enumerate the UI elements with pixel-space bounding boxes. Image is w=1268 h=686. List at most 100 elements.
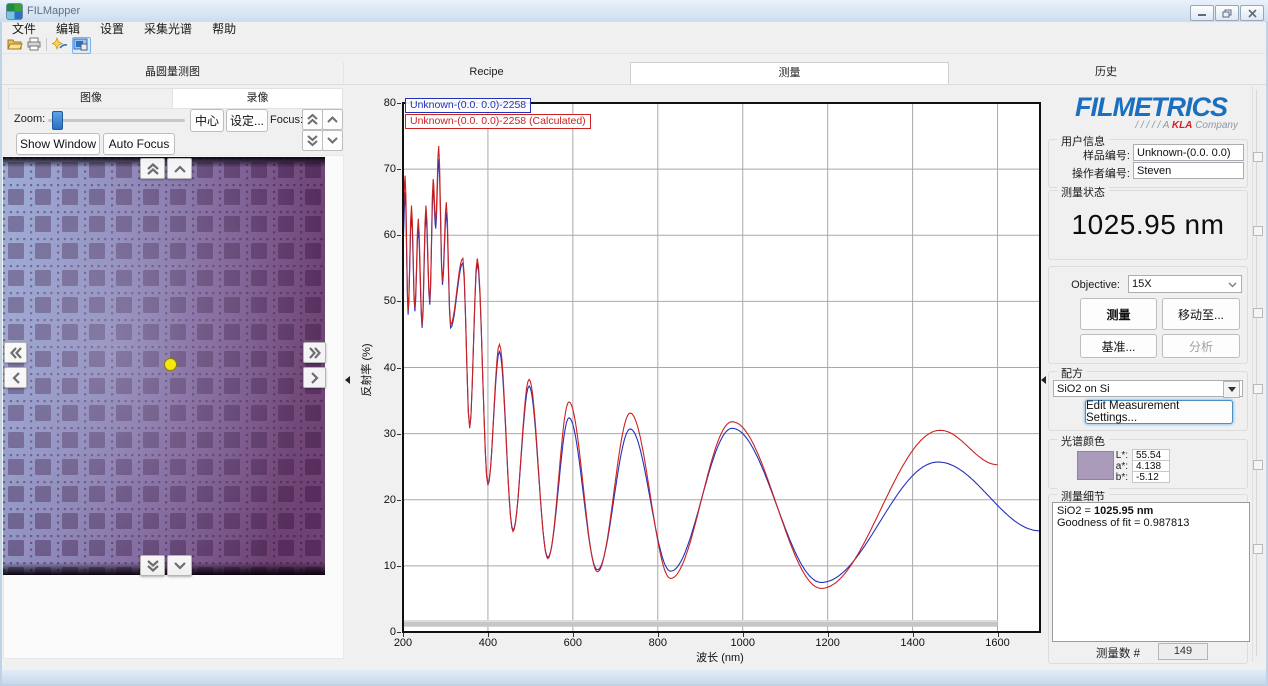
baseline-button[interactable]: 基准... xyxy=(1080,334,1157,358)
stage-up-button[interactable] xyxy=(167,158,192,179)
recipe-combo[interactable]: SiO2 on Si xyxy=(1053,380,1243,397)
move-to-button[interactable]: 移动至... xyxy=(1162,298,1240,330)
focus-label: Focus: xyxy=(270,114,304,126)
stage-settings-button[interactable]: 设定... xyxy=(226,109,268,132)
minimize-button[interactable] xyxy=(1190,5,1214,21)
details-listbox[interactable]: SiO2 = 1025.95 nm Goodness of fit = 0.98… xyxy=(1052,502,1250,642)
splitter-collapse-arrow-left[interactable] xyxy=(345,376,350,384)
print-icon[interactable] xyxy=(26,37,43,52)
splitter-handle[interactable] xyxy=(1253,308,1263,318)
splitter-handle[interactable] xyxy=(1253,152,1263,162)
b-label: b*: xyxy=(1115,472,1128,483)
double-chevron-up-icon xyxy=(307,113,318,125)
tab-video[interactable]: 录像 xyxy=(172,88,343,109)
y-tick-mark xyxy=(397,433,401,435)
app-icon xyxy=(6,3,23,20)
show-window-button[interactable]: Show Window xyxy=(16,133,100,155)
close-button[interactable] xyxy=(1240,5,1264,21)
tab-image[interactable]: 图像 xyxy=(8,88,174,109)
measurement-count-value: 149 xyxy=(1158,643,1208,660)
center-button[interactable]: 中心 xyxy=(190,109,224,132)
open-file-icon[interactable] xyxy=(7,37,24,52)
measure-button[interactable]: 测量 xyxy=(1080,298,1157,330)
operator-id-field[interactable]: Steven xyxy=(1133,162,1244,179)
b-value: -5.12 xyxy=(1132,471,1170,483)
y-tick-label: 0 xyxy=(389,626,396,638)
title-bar[interactable]: FILMapper xyxy=(0,0,1268,23)
recipe-dropdown-button[interactable] xyxy=(1223,381,1240,398)
tab-wafer-map[interactable]: 晶圆量测图 xyxy=(2,62,344,83)
x-tick-label: 400 xyxy=(478,637,498,649)
toolbar-separator xyxy=(46,38,47,51)
x-tick-mark xyxy=(997,633,999,637)
zoom-slider-thumb[interactable] xyxy=(52,111,63,130)
splitter-handle[interactable] xyxy=(1253,460,1263,470)
x-tick-mark xyxy=(403,633,404,637)
restore-button[interactable] xyxy=(1215,5,1239,21)
chevron-up-icon xyxy=(327,116,338,123)
filmetrics-logo: FILMETRICS xyxy=(1075,92,1228,123)
kla-tagline: / / / / / A KLA Company xyxy=(1135,120,1238,131)
tab-recipe[interactable]: Recipe xyxy=(343,62,631,83)
double-chevron-down-icon xyxy=(146,559,159,572)
stage-left-button[interactable] xyxy=(4,367,27,388)
focus-down-button[interactable] xyxy=(322,130,343,151)
y-axis-title: 反射率 (%) xyxy=(361,343,373,397)
toolbar xyxy=(2,36,1266,54)
menu-bar: 文件 编辑 设置 采集光谱 帮助 xyxy=(2,22,1266,37)
stage-down-button[interactable] xyxy=(167,555,192,576)
stage-right-button[interactable] xyxy=(303,367,326,388)
stage-right-fast-button[interactable] xyxy=(303,342,326,363)
chart-legend: Unknown-(0.0. 0.0)-2258 Unknown-(0.0. 0.0… xyxy=(405,98,591,130)
focus-down-fast-button[interactable] xyxy=(302,130,323,151)
y-tick-label: 30 xyxy=(383,427,396,440)
measurement-spot-marker xyxy=(164,358,177,371)
right-splitter[interactable] xyxy=(1252,86,1263,662)
stage-left-fast-button[interactable] xyxy=(4,342,27,363)
auto-focus-button[interactable]: Auto Focus xyxy=(103,133,175,155)
sample-id-field[interactable]: Unknown-(0.0. 0.0) xyxy=(1133,144,1244,161)
focus-up-button[interactable] xyxy=(322,109,343,130)
focus-up-fast-button[interactable] xyxy=(302,109,323,130)
operator-id-label: 操作者编号: xyxy=(1071,168,1130,180)
menu-acquire-spectrum[interactable]: 采集光谱 xyxy=(134,22,202,37)
sample-id-label: 样品编号: xyxy=(1082,150,1130,162)
menu-settings[interactable]: 设置 xyxy=(90,22,134,37)
window-title: FILMapper xyxy=(27,5,81,17)
splitter-handle[interactable] xyxy=(1253,226,1263,236)
chevron-down-icon xyxy=(1228,282,1237,288)
zoom-slider-track[interactable] xyxy=(48,119,185,122)
l-label: L*: xyxy=(1115,450,1128,461)
dropdown-arrow-icon xyxy=(1227,387,1236,392)
splitter-handle[interactable] xyxy=(1253,544,1263,554)
y-tick-mark xyxy=(397,499,401,501)
spectrum-color-title: 光谱颜色 xyxy=(1057,433,1109,449)
stage-down-fast-button[interactable] xyxy=(140,555,165,576)
objective-select[interactable]: 15X xyxy=(1128,275,1242,293)
x-tick-mark xyxy=(912,633,914,637)
filmetrics-wordmark: FILMETRICS xyxy=(1075,92,1228,122)
legend-entry: Unknown-(0.0. 0.0)-2258 xyxy=(405,98,532,113)
chevron-right-icon xyxy=(310,371,319,384)
edit-measurement-settings-button[interactable]: Edit Measurement Settings... xyxy=(1085,400,1233,424)
splitter-handle[interactable] xyxy=(1253,384,1263,394)
y-tick-mark xyxy=(397,565,401,567)
menu-file[interactable]: 文件 xyxy=(2,22,46,37)
chart-plot-area xyxy=(402,102,1041,633)
double-chevron-left-icon xyxy=(9,346,22,359)
stage-up-fast-button[interactable] xyxy=(140,158,165,179)
y-tick-mark xyxy=(397,235,401,237)
legend-entry: Unknown-(0.0. 0.0)-2258 (Calculated) xyxy=(405,114,591,129)
tab-measure[interactable]: 测量 xyxy=(630,62,949,84)
close-icon xyxy=(1247,8,1257,18)
menu-help[interactable]: 帮助 xyxy=(202,22,246,37)
y-tick-label: 20 xyxy=(383,493,396,506)
video-window-icon[interactable] xyxy=(72,37,91,54)
spectrum-chart[interactable] xyxy=(401,101,1042,634)
analyze-button[interactable]: 分析 xyxy=(1162,334,1240,358)
x-axis-title: 波长 (nm) xyxy=(696,652,744,664)
tab-history[interactable]: 历史 xyxy=(947,62,1265,83)
acquire-spectrum-icon[interactable] xyxy=(50,36,69,52)
menu-edit[interactable]: 编辑 xyxy=(46,22,90,37)
x-tick-mark xyxy=(572,633,574,637)
